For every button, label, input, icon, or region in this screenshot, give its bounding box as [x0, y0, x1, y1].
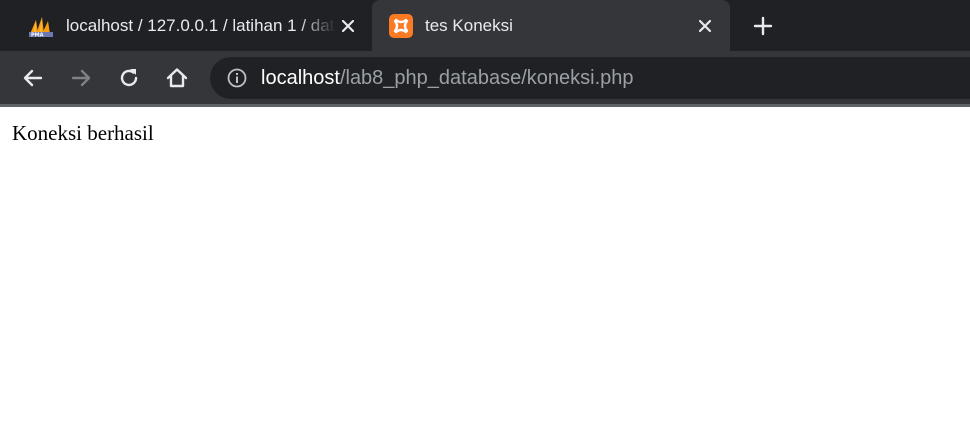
url-host: localhost	[261, 67, 340, 89]
phpmyadmin-logo-icon: PMA	[29, 17, 53, 39]
reload-icon[interactable]	[115, 64, 143, 92]
tab-phpmyadmin[interactable]: PMA localhost / 127.0.0.1 / latihan 1 / …	[16, 0, 372, 51]
tab-tes-koneksi[interactable]: tes Koneksi	[372, 0, 730, 51]
close-icon[interactable]	[694, 15, 716, 37]
tab-title: localhost / 127.0.0.1 / latihan 1 / data	[66, 16, 336, 35]
tab-strip: PMA localhost / 127.0.0.1 / latihan 1 / …	[0, 0, 970, 51]
forward-arrow-icon[interactable]	[67, 64, 95, 92]
tab-title: tes Koneksi	[425, 16, 513, 35]
back-arrow-icon[interactable]	[19, 64, 47, 92]
address-bar[interactable]: localhost/lab8_php_database/koneksi.php	[210, 57, 970, 99]
url-text[interactable]: localhost/lab8_php_database/koneksi.php	[261, 66, 634, 90]
browser-toolbar: localhost/lab8_php_database/koneksi.php	[0, 51, 970, 104]
svg-text:PMA: PMA	[31, 33, 44, 39]
new-tab-plus-icon[interactable]	[749, 12, 777, 40]
info-icon[interactable]	[226, 67, 248, 89]
close-icon[interactable]	[337, 15, 359, 37]
page-content: Koneksi berhasil	[0, 107, 970, 445]
url-path: /lab8_php_database/koneksi.php	[339, 67, 634, 89]
home-icon[interactable]	[163, 64, 191, 92]
connection-status-message: Koneksi berhasil	[12, 121, 154, 145]
xampp-logo-icon	[389, 14, 413, 38]
